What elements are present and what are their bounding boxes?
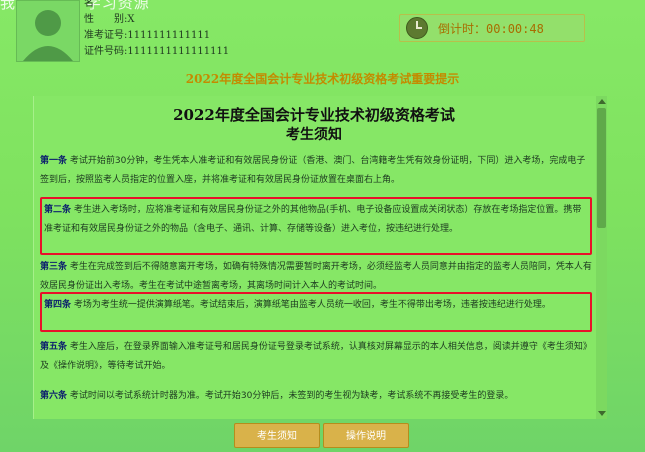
- rule-6: 第六条 考试时间以考试系统计时器为准。考试开始30分钟后，未签到的考生视为缺考，…: [40, 387, 592, 406]
- rule-1-head: 第一条: [40, 156, 68, 166]
- banner-title: 2022年度全国会计专业技术初级资格考试重要提示: [185, 72, 460, 86]
- id-label: 证件号码: [84, 46, 124, 57]
- rule-2-text: 考生进入考场时，应将准考证和有效居民身份证之外的其他物品(手机、电子设备应设置成…: [44, 205, 582, 234]
- rule-3: 第三条 考生在完成签到后不得随意离开考场，如确有特殊情况需要暂时离开考场，必须经…: [40, 258, 592, 296]
- notice-scrollbar[interactable]: [596, 96, 607, 419]
- rule-5: 第五条 考生入座后，在登录界面输入准考证号和居民身份证号登录考试系统，认真核对屏…: [40, 338, 592, 376]
- candidate-info: 名 性 别 :X 准考证号 :1111111111111 证件号码 :11111…: [84, 0, 229, 60]
- rule-3-text: 考生在完成签到后不得随意离开考场，如确有特殊情况需要暂时离开考场，必须经监考人员…: [40, 262, 592, 291]
- candidate-photo: [16, 0, 80, 62]
- clock-icon: [406, 17, 428, 39]
- countdown-timer: 倒计时：00:00:48: [399, 14, 585, 42]
- scroll-down-arrow-icon[interactable]: [598, 411, 606, 416]
- timer-value: 00:00:48: [486, 21, 544, 36]
- doc-subtitle: 考生须知: [286, 127, 342, 143]
- rule-4-text: 考场为考生统一提供演算纸笔。考试结束后，演算纸笔由监考人员统一收回，考生不得带出…: [71, 300, 551, 310]
- rule-6-head: 第六条: [40, 391, 68, 401]
- rule-2-head: 第二条: [44, 205, 72, 215]
- id-value: :1111111111111111: [124, 46, 230, 57]
- scroll-thumb[interactable]: [597, 108, 606, 228]
- notice-panel: 2022年度全国会计专业技术初级资格考试 考生须知 第一条 考试开始前30分钟，…: [33, 96, 607, 419]
- gender-value: :X: [124, 14, 135, 25]
- candidate-notice-button[interactable]: 考生须知: [234, 423, 320, 448]
- rule-5-head: 第五条: [40, 342, 68, 352]
- timer-label: 倒计时：: [438, 21, 487, 36]
- rule-4: 第四条 考场为考生统一提供演算纸笔。考试结束后，演算纸笔由监考人员统一收回，考生…: [40, 292, 592, 332]
- scroll-up-arrow-icon[interactable]: [598, 99, 606, 104]
- rule-5-text: 考生入座后，在登录界面输入准考证号和居民身份证号登录考试系统，认真核对屏幕显示的…: [40, 342, 592, 371]
- ticket-value: :1111111111111: [124, 30, 211, 41]
- rule-2: 第二条 考生进入考场时，应将准考证和有效居民身份证之外的其他物品(手机、电子设备…: [40, 197, 592, 255]
- rule-4-head: 第四条: [44, 300, 72, 310]
- rule-6-text: 考试时间以考试系统计时器为准。考试开始30分钟后，未签到的考生视为缺考，考试系统…: [67, 391, 514, 401]
- rule-1: 第一条 考试开始前30分钟，考生凭本人准考证和有效居民身份证（香港、澳门、台湾籍…: [40, 152, 592, 190]
- doc-title: 2022年度全国会计专业技术初级资格考试: [173, 106, 455, 124]
- name-label: 名: [84, 0, 94, 9]
- instructions-button[interactable]: 操作说明: [323, 423, 409, 448]
- gender-label: 性 别: [84, 14, 124, 25]
- rule-3-head: 第三条: [40, 262, 68, 272]
- rule-1-text: 考试开始前30分钟，考生凭本人准考证和有效居民身份证（香港、澳门、台湾籍考生凭有…: [40, 156, 586, 185]
- ticket-label: 准考证号: [84, 30, 124, 41]
